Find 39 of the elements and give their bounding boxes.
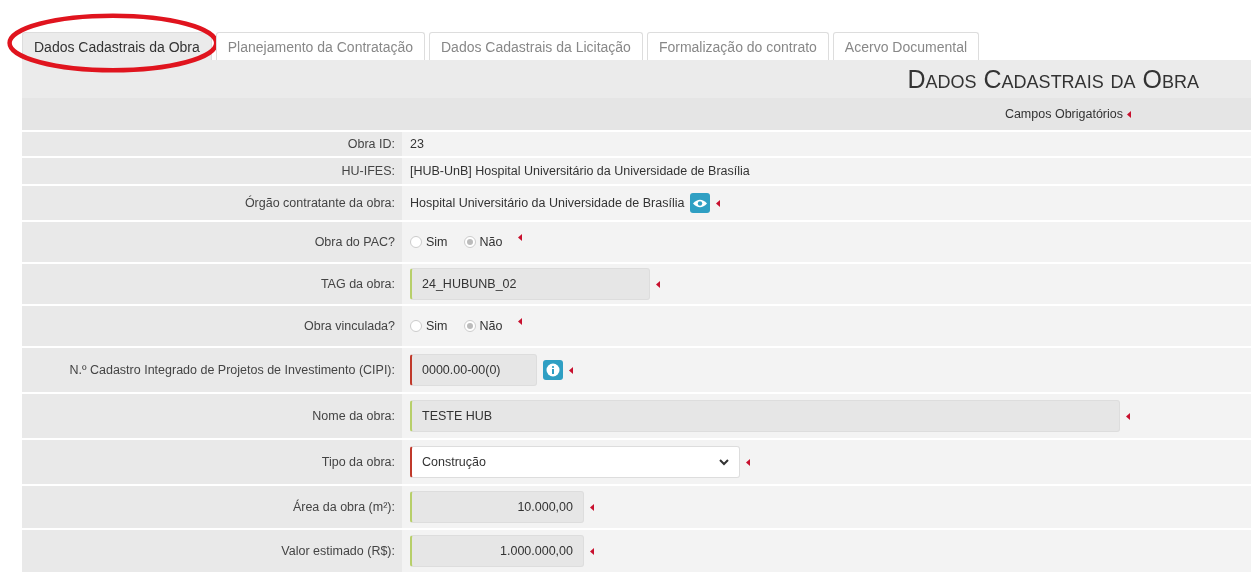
field-label: Órgão contratante da obra: [244, 196, 395, 210]
eye-icon[interactable] [690, 193, 711, 213]
input-field[interactable]: TESTE HUB [410, 400, 1120, 432]
radio-label: Não [479, 235, 503, 249]
field-label: Obra ID: [347, 137, 395, 151]
info-icon[interactable] [543, 360, 563, 380]
input-field[interactable]: 10.000,00 [410, 491, 584, 523]
field-value: Hospital Universitário da Universidade de Brasília [410, 196, 685, 210]
radio-label: Sim [426, 319, 448, 333]
field-label: HU-IFES: [341, 164, 395, 178]
field-label: TAG da obra: [320, 277, 395, 291]
tab[interactable]: Dados Cadastrais da Obra [22, 32, 212, 60]
input-field[interactable]: 24_HUBUNB_02 [410, 268, 650, 300]
tab[interactable]: Planejamento da Contratação [215, 32, 425, 60]
tab[interactable]: Acervo Documental [832, 32, 980, 60]
field-label: Valor estimado (R$): [281, 544, 395, 558]
radio-label: Não [479, 319, 503, 333]
field-label: Obra do PAC? [314, 235, 395, 249]
radio-button[interactable] [463, 320, 476, 332]
field-label: Tipo da obra: [321, 455, 395, 469]
tab[interactable]: Dados Cadastrais da Licitação [429, 32, 643, 60]
field-value: 23 [410, 137, 424, 151]
field-label: Obra vinculada? [303, 319, 395, 333]
radio-button[interactable] [410, 320, 422, 332]
chevron-down-icon [719, 458, 729, 466]
radio-label: Sim [426, 235, 448, 249]
input-field[interactable]: 1.000.000,00 [410, 535, 584, 567]
input-field[interactable]: 0000.00-00(0) [410, 354, 537, 386]
required-legend: Campos Obrigatórios [1004, 107, 1123, 121]
tab[interactable]: Formalização do contrato [646, 32, 829, 60]
required-marker-icon [1127, 110, 1131, 118]
radio-button[interactable] [410, 236, 422, 248]
field-label: Área da obra (m²): [292, 500, 395, 514]
field-value: [HUB-UnB] Hospital Universitário da Universidade de Brasília [410, 164, 750, 178]
radio-button[interactable] [463, 236, 476, 248]
section-title: Dados Cadastrais da Obra [907, 64, 1199, 94]
field-label: N.º Cadastro Integrado de Projetos de Investimento (CIPI): [69, 363, 395, 377]
field-label: Nome da obra: [312, 409, 395, 423]
select-field[interactable]: Construção [410, 446, 740, 478]
